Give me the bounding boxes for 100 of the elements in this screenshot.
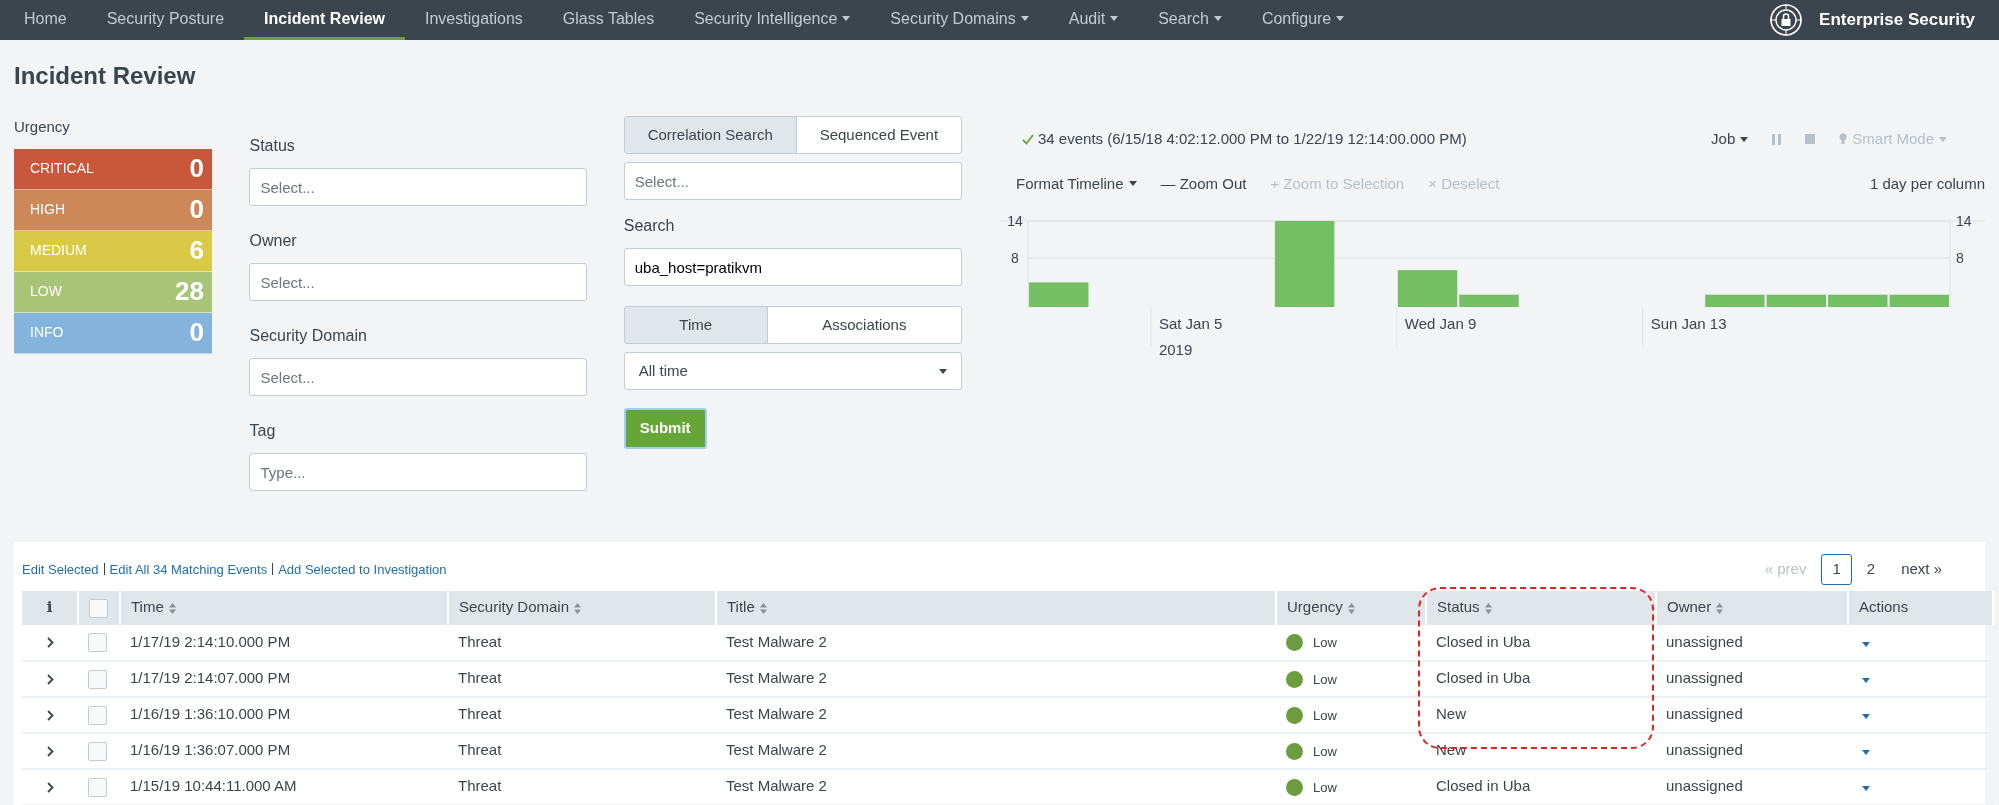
axis-label: 8 bbox=[1011, 249, 1019, 266]
expand-chevron-icon[interactable] bbox=[46, 673, 54, 685]
row-checkbox[interactable] bbox=[88, 705, 107, 725]
bulk-action-link[interactable]: Edit All 34 Matching Events bbox=[109, 559, 268, 579]
pause-icon[interactable] bbox=[1772, 133, 1782, 145]
page-link[interactable]: 1 bbox=[1821, 554, 1852, 585]
timeline-bar[interactable] bbox=[1889, 294, 1949, 307]
actions-caret-icon[interactable] bbox=[1862, 786, 1870, 792]
toolbar-button[interactable]: — Zoom Out bbox=[1160, 172, 1247, 195]
timeline-bar[interactable] bbox=[1397, 270, 1458, 307]
table-cell: Low bbox=[1313, 743, 1337, 759]
table-cell: Low bbox=[1313, 635, 1337, 651]
info-header: i bbox=[46, 598, 53, 617]
nav-tab[interactable]: Configure bbox=[1241, 0, 1365, 40]
actions-caret-icon[interactable] bbox=[1862, 678, 1870, 684]
sort-icon[interactable] bbox=[1716, 602, 1724, 614]
table-cell: Closed in Uba bbox=[1436, 632, 1531, 650]
expand-chevron-icon[interactable] bbox=[46, 709, 54, 721]
table-cell: Low bbox=[1313, 779, 1337, 795]
caret-icon bbox=[939, 368, 947, 374]
segment-tab[interactable]: Sequenced Event bbox=[795, 117, 961, 153]
page-link[interactable]: 2 bbox=[1855, 554, 1887, 585]
axis-label: Sat Jan 5 bbox=[1158, 315, 1223, 332]
row-checkbox[interactable] bbox=[88, 633, 107, 653]
table-cell: Low bbox=[1313, 707, 1337, 723]
sort-icon[interactable] bbox=[574, 602, 582, 614]
timeline-bar[interactable] bbox=[1705, 294, 1765, 307]
row-checkbox[interactable] bbox=[88, 669, 107, 689]
column-header[interactable]: Status bbox=[1437, 598, 1480, 616]
column-header[interactable]: Actions bbox=[1859, 598, 1909, 616]
scale-label: 1 day per column bbox=[1869, 173, 1985, 194]
sort-icon[interactable] bbox=[759, 602, 767, 614]
segment-tab[interactable]: Correlation Search bbox=[624, 117, 796, 153]
input-field[interactable]: Select... bbox=[249, 358, 587, 396]
nav-tab[interactable]: Audit bbox=[1048, 0, 1139, 40]
page-link[interactable]: next » bbox=[1890, 554, 1953, 585]
table-cell: 1/17/19 2:14:07.000 PM bbox=[130, 669, 291, 687]
table-cell: Test Malware 2 bbox=[726, 632, 827, 650]
table-cell: 1/16/19 1:36:10.000 PM bbox=[130, 705, 291, 723]
actions-caret-icon[interactable] bbox=[1862, 750, 1870, 756]
urgency-tile[interactable]: CRITICAL 0 bbox=[14, 148, 212, 190]
table-cell: unassigned bbox=[1666, 669, 1743, 687]
event-summary: 34 events (6/15/18 4:02:12.000 PM to 1/22/19 12:14:00.000 PM) bbox=[1038, 129, 1467, 149]
expand-chevron-icon[interactable] bbox=[46, 745, 54, 757]
row-checkbox[interactable] bbox=[88, 777, 107, 797]
stop-icon[interactable] bbox=[1805, 134, 1816, 145]
caret-icon bbox=[1020, 16, 1029, 21]
caret-icon bbox=[1740, 136, 1749, 142]
axis-label: 14 bbox=[1007, 213, 1023, 229]
bulk-action-link[interactable]: Edit Selected bbox=[22, 559, 99, 579]
column-header[interactable]: Owner bbox=[1667, 598, 1712, 616]
nav-tab[interactable]: Investigations bbox=[405, 0, 543, 40]
timeline-bar[interactable] bbox=[1828, 294, 1888, 307]
column-header[interactable]: Title bbox=[727, 598, 755, 616]
nav-tab[interactable]: Home bbox=[4, 0, 87, 40]
search-field[interactable]: uba_host=pratikvm bbox=[623, 248, 962, 286]
column-header[interactable]: Time bbox=[131, 598, 164, 616]
job-menu[interactable]: Job bbox=[1711, 128, 1749, 151]
row-checkbox[interactable] bbox=[88, 741, 107, 761]
time-range-dropdown[interactable]: All time bbox=[623, 352, 962, 390]
table-cell: Closed in Uba bbox=[1436, 669, 1531, 687]
field-label: Search bbox=[623, 216, 676, 236]
select-field[interactable]: Select... bbox=[623, 162, 962, 200]
column-header[interactable]: Urgency bbox=[1287, 598, 1343, 616]
nav-tab[interactable]: Security Domains bbox=[870, 0, 1049, 40]
nav-tab[interactable]: Search bbox=[1138, 0, 1242, 40]
table-cell: Low bbox=[1313, 671, 1337, 687]
axis-label: 8 bbox=[1956, 249, 1964, 266]
urgency-label: Urgency bbox=[14, 117, 71, 137]
sort-icon[interactable] bbox=[1484, 602, 1492, 614]
timeline-bar[interactable] bbox=[1274, 221, 1335, 307]
select-all-checkbox[interactable] bbox=[89, 598, 108, 618]
timeline-bar[interactable] bbox=[1459, 294, 1519, 307]
nav-tab[interactable]: Security Intelligence bbox=[674, 0, 871, 40]
input-field[interactable]: Type... bbox=[249, 453, 587, 491]
table-cell: Threat bbox=[458, 741, 502, 759]
actions-caret-icon[interactable] bbox=[1862, 641, 1870, 647]
input-field[interactable]: Select... bbox=[249, 263, 587, 301]
segment-tab[interactable]: Time bbox=[624, 307, 767, 343]
expand-chevron-icon[interactable] bbox=[46, 781, 54, 793]
sort-icon[interactable] bbox=[1347, 602, 1355, 614]
table-cell: Threat bbox=[458, 705, 502, 723]
sort-icon[interactable] bbox=[168, 602, 176, 614]
table-cell: Test Malware 2 bbox=[726, 777, 827, 795]
caret-icon bbox=[1213, 16, 1222, 21]
nav-tab[interactable]: Incident Review bbox=[244, 0, 405, 40]
caret-icon bbox=[1128, 181, 1137, 187]
timeline-bar[interactable] bbox=[1766, 294, 1827, 307]
table-cell: Test Malware 2 bbox=[726, 669, 827, 687]
nav-tab[interactable]: Glass Tables bbox=[542, 0, 675, 40]
bulk-action-link[interactable]: Add Selected to Investigation bbox=[278, 559, 447, 579]
segment-tab[interactable]: Associations bbox=[766, 307, 961, 343]
caret-icon bbox=[1939, 136, 1947, 142]
actions-caret-icon[interactable] bbox=[1862, 714, 1870, 720]
timeline-bar[interactable] bbox=[1029, 282, 1089, 307]
page-title: Incident Review bbox=[14, 61, 197, 91]
input-field[interactable]: Select... bbox=[249, 168, 587, 206]
nav-tab[interactable]: Security Posture bbox=[86, 0, 245, 40]
toolbar-button[interactable]: Format Timeline bbox=[1016, 172, 1137, 195]
expand-chevron-icon[interactable] bbox=[46, 637, 54, 649]
